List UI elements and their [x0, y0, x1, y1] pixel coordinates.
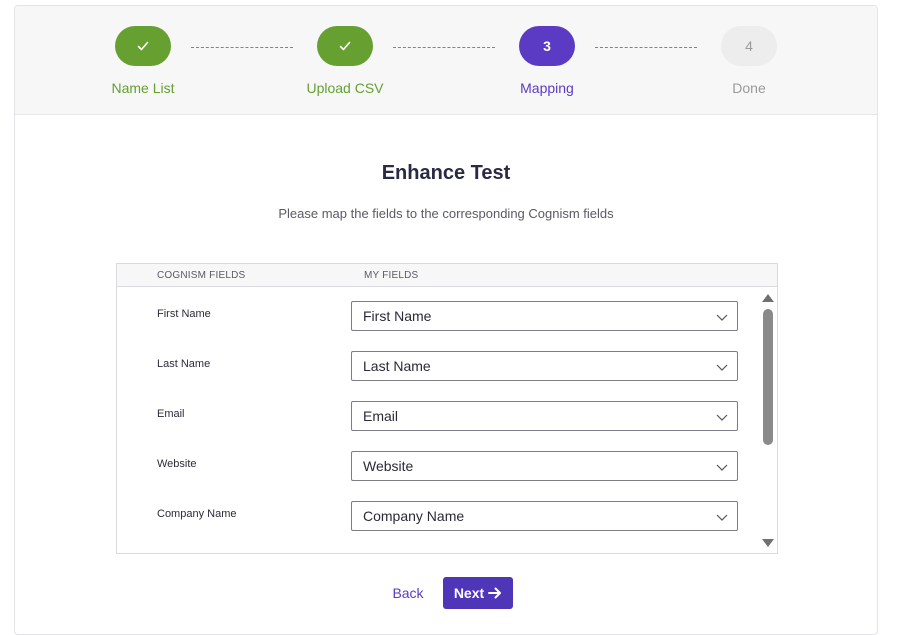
mapping-row-company-name: Company Name Company Name: [117, 501, 757, 553]
my-field-select[interactable]: Last Name: [351, 351, 738, 381]
step-badge: [115, 26, 171, 66]
step-label: Mapping: [520, 80, 574, 96]
step-label: Upload CSV: [306, 80, 384, 96]
enhance-wizard: Name List Upload CSV 3 Mapping 4 Done En…: [14, 5, 878, 635]
step-badge: 4: [721, 26, 777, 66]
mapping-rows: First Name First Name Last Name Last Nam…: [117, 287, 777, 553]
column-header-cognism-fields: COGNISM FIELDS: [157, 270, 246, 281]
step-upload-csv: Upload CSV: [285, 26, 405, 96]
step-label: Done: [732, 80, 766, 96]
check-icon: [339, 41, 351, 51]
scrollbar-thumb[interactable]: [763, 309, 773, 445]
step-connector: [393, 47, 495, 48]
cognism-field-label: First Name: [157, 308, 211, 320]
step-badge: [317, 26, 373, 66]
my-field-select[interactable]: Website: [351, 451, 738, 481]
select-value: First Name: [363, 308, 432, 324]
step-connector: [595, 47, 697, 48]
select-value: Last Name: [363, 358, 431, 374]
cognism-field-label: Last Name: [157, 358, 211, 370]
column-header-my-fields: MY FIELDS: [364, 270, 419, 281]
my-field-select[interactable]: Email: [351, 401, 738, 431]
next-button[interactable]: Next: [443, 577, 513, 609]
cognism-field-label: Email: [157, 408, 185, 420]
chevron-down-icon: [716, 464, 728, 471]
chevron-down-icon: [716, 414, 728, 421]
page-title: Enhance Test: [381, 162, 511, 184]
my-field-select[interactable]: First Name: [351, 301, 738, 331]
chevron-down-icon: [716, 314, 728, 321]
cognism-field-label: Website: [157, 458, 197, 470]
next-button-label: Next: [453, 585, 485, 601]
table-header: COGNISM FIELDS MY FIELDS: [117, 264, 777, 287]
check-icon: [137, 41, 149, 51]
my-field-select[interactable]: Company Name: [351, 501, 738, 531]
progress-stepper: Name List Upload CSV 3 Mapping 4 Done: [15, 6, 877, 115]
chevron-down-icon: [716, 514, 728, 521]
vertical-scrollbar[interactable]: [759, 287, 777, 553]
step-connector: [191, 47, 293, 48]
step-done: 4 Done: [689, 26, 809, 96]
chevron-down-icon: [716, 364, 728, 371]
select-value: Website: [363, 458, 414, 474]
step-mapping: 3 Mapping: [487, 26, 607, 96]
cognism-field-label: Company Name: [157, 508, 237, 520]
scroll-down-arrow-icon[interactable]: [762, 538, 774, 548]
select-value: Company Name: [363, 508, 465, 524]
back-button[interactable]: Back: [385, 577, 431, 609]
arrow-right-icon: [488, 587, 502, 599]
scroll-up-arrow-icon[interactable]: [762, 293, 774, 303]
select-value: Email: [363, 408, 399, 424]
step-name-list: Name List: [83, 26, 203, 96]
step-label: Name List: [111, 80, 175, 96]
page-subtitle: Please map the fields to the correspondi…: [278, 206, 614, 221]
step-badge: 3: [519, 26, 575, 66]
field-mapping-table: COGNISM FIELDS MY FIELDS First Name Firs…: [116, 263, 778, 554]
